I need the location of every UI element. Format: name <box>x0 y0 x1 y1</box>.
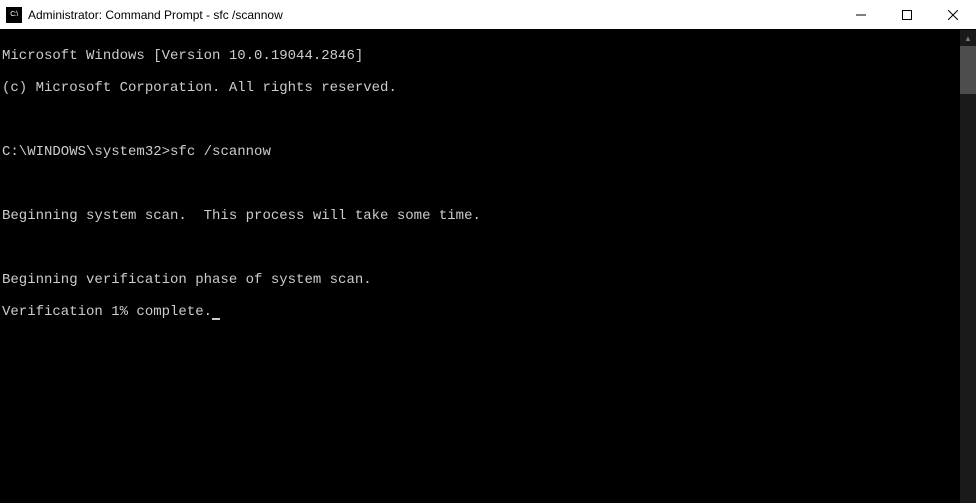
cursor <box>212 318 220 320</box>
terminal-line: (c) Microsoft Corporation. All rights re… <box>2 80 958 96</box>
command-text: sfc /scannow <box>170 144 271 160</box>
minimize-button[interactable] <box>838 0 884 29</box>
progress-text: Verification 1% complete. <box>2 304 212 320</box>
terminal-area[interactable]: Microsoft Windows [Version 10.0.19044.28… <box>0 30 976 503</box>
vertical-scrollbar[interactable]: ▲ <box>960 30 976 503</box>
terminal-line <box>2 176 958 192</box>
scroll-up-arrow-icon[interactable]: ▲ <box>960 30 976 46</box>
scrollbar-thumb[interactable] <box>960 46 976 94</box>
cmd-icon: C:\ <box>6 7 22 23</box>
terminal-line <box>2 240 958 256</box>
maximize-icon <box>902 10 912 20</box>
title-bar[interactable]: C:\ Administrator: Command Prompt - sfc … <box>0 0 976 30</box>
terminal-progress-line: Verification 1% complete. <box>2 304 958 320</box>
terminal-prompt-line: C:\WINDOWS\system32>sfc /scannow <box>2 144 958 160</box>
window-controls <box>838 0 976 29</box>
terminal-line <box>2 112 958 128</box>
maximize-button[interactable] <box>884 0 930 29</box>
window-title: Administrator: Command Prompt - sfc /sca… <box>28 8 838 22</box>
close-icon <box>948 10 958 20</box>
terminal-content: Microsoft Windows [Version 10.0.19044.28… <box>0 30 960 503</box>
terminal-line: Beginning system scan. This process will… <box>2 208 958 224</box>
terminal-line: Microsoft Windows [Version 10.0.19044.28… <box>2 48 958 64</box>
minimize-icon <box>856 10 866 20</box>
prompt: C:\WINDOWS\system32> <box>2 144 170 160</box>
close-button[interactable] <box>930 0 976 29</box>
terminal-line: Beginning verification phase of system s… <box>2 272 958 288</box>
